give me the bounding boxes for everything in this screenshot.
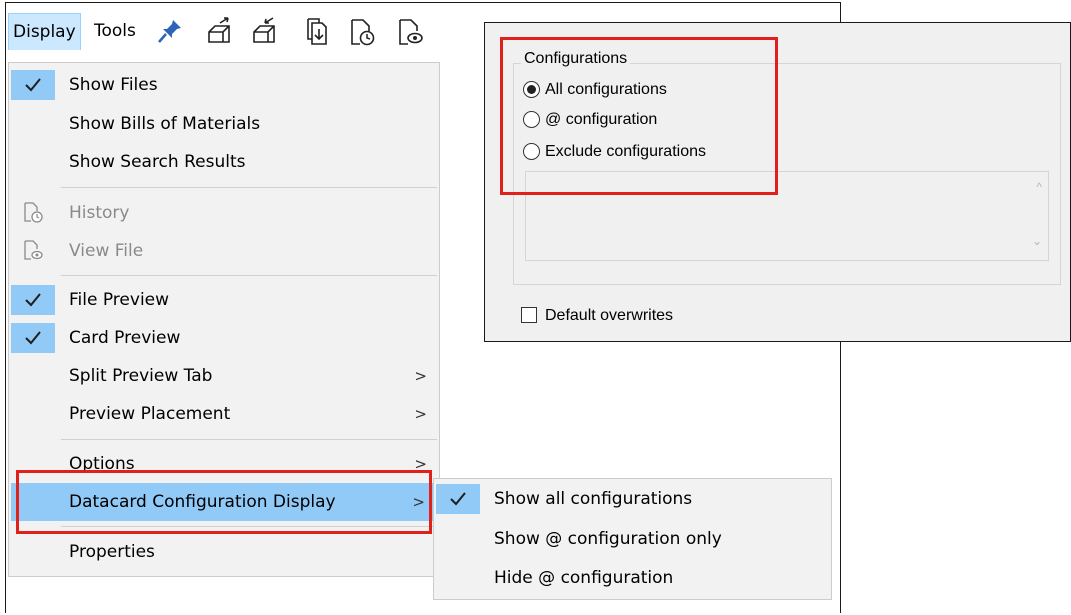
submenu-item-label: Show @ configuration only bbox=[494, 529, 722, 549]
check-icon bbox=[436, 484, 480, 514]
menu-item-file-preview[interactable]: File Preview bbox=[9, 281, 439, 319]
check-icon bbox=[11, 323, 55, 353]
menu-separator bbox=[61, 275, 437, 276]
menu-item-label: History bbox=[69, 203, 130, 223]
menu-item-label: Show Search Results bbox=[69, 152, 246, 172]
menu-tools[interactable]: Tools bbox=[90, 13, 140, 49]
datacard-configuration-submenu: Show all configurations Show @ configura… bbox=[433, 478, 832, 600]
view-file-icon[interactable] bbox=[396, 17, 424, 47]
submenu-item-show-at-configuration-only[interactable]: Show @ configuration only bbox=[434, 520, 831, 558]
menu-item-show-search-results[interactable]: Show Search Results bbox=[9, 143, 439, 181]
check-icon bbox=[11, 285, 55, 315]
history-icon[interactable] bbox=[348, 17, 376, 47]
view-file-icon bbox=[23, 240, 43, 262]
menu-item-history[interactable]: History bbox=[9, 194, 439, 232]
menu-separator bbox=[61, 187, 437, 188]
submenu-item-label: Hide @ configuration bbox=[494, 568, 674, 588]
submenu-item-label: Show all configurations bbox=[494, 489, 693, 509]
menu-item-label: Show Files bbox=[69, 75, 158, 95]
menu-item-preview-placement[interactable]: Preview Placement > bbox=[9, 395, 439, 433]
menu-item-show-files[interactable]: Show Files bbox=[9, 66, 439, 104]
annotation-highlight-datacard-menu-item bbox=[16, 470, 432, 534]
menu-item-split-preview-tab[interactable]: Split Preview Tab > bbox=[9, 357, 439, 395]
history-icon bbox=[23, 202, 43, 224]
check-out-icon[interactable] bbox=[251, 17, 279, 47]
chevron-right-icon: > bbox=[414, 367, 427, 385]
annotation-highlight-configurations bbox=[500, 37, 778, 195]
default-overwrites-checkbox[interactable] bbox=[521, 307, 537, 323]
submenu-item-show-all-configurations[interactable]: Show all configurations bbox=[434, 480, 831, 518]
scroll-down-icon[interactable]: ⌄ bbox=[1032, 234, 1042, 248]
menu-item-label: File Preview bbox=[69, 290, 170, 310]
menu-bar: Display Tools bbox=[6, 3, 486, 61]
chevron-right-icon: > bbox=[414, 405, 427, 423]
menu-display[interactable]: Display bbox=[8, 13, 81, 50]
scroll-up-icon[interactable]: ^ bbox=[1036, 180, 1042, 194]
menu-item-properties[interactable]: Properties bbox=[9, 533, 439, 571]
checkbox-label: Default overwrites bbox=[545, 307, 674, 324]
pin-icon[interactable] bbox=[156, 17, 184, 47]
menu-separator bbox=[61, 439, 437, 440]
menu-item-label: Preview Placement bbox=[69, 404, 231, 424]
menu-item-label: Properties bbox=[69, 542, 155, 562]
menu-item-show-bom[interactable]: Show Bills of Materials bbox=[9, 105, 439, 143]
menu-item-label: View File bbox=[69, 241, 144, 261]
menu-item-label: Split Preview Tab bbox=[69, 366, 213, 386]
get-latest-icon[interactable] bbox=[302, 17, 330, 47]
check-icon bbox=[11, 70, 55, 100]
menu-item-label: Card Preview bbox=[69, 328, 181, 348]
menu-item-view-file[interactable]: View File bbox=[9, 232, 439, 270]
menu-item-card-preview[interactable]: Card Preview bbox=[9, 319, 439, 357]
menu-item-label: Show Bills of Materials bbox=[69, 114, 261, 134]
check-in-icon[interactable] bbox=[206, 17, 234, 47]
submenu-item-hide-at-configuration[interactable]: Hide @ configuration bbox=[434, 559, 831, 597]
